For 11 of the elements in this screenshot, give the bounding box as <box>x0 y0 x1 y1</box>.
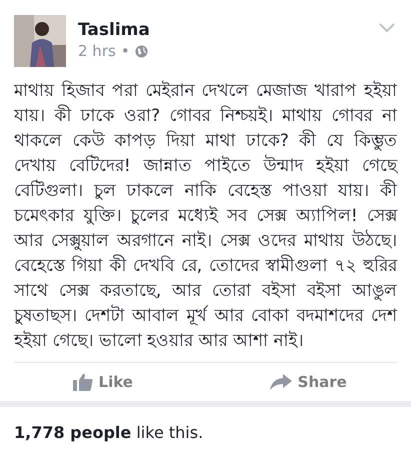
like-button[interactable]: Like <box>0 363 206 401</box>
separator-dot: • <box>120 41 130 61</box>
globe-icon <box>134 44 148 58</box>
post-time: 2 hrs <box>78 41 116 61</box>
share-arrow-icon <box>270 374 292 390</box>
post-text: মাথায় হিজাব পরা মেইরান দেখলে মেজাজ খারাপ হইয়া যায়। কী ঢাকে ওরা? গোবর নিশ্চয়ই। মাথায় গোবর না থাকলে কেউ কাপড় দিয়া মাথা ঢাকে? কী যে কিম্ভুত দেখায় বেটিদের! জান্নাত পাইতে উন্মাদ হইয়া গেছে বেটিগুলা। চুল ঢাকলে নাকি বেহেস্ত পাওয়া যায়। কী চমেৎকার যুক্তি। চুলের মধ্যেই সব সেক্স অ্যাপিল! সেক্স আর সেক্সুয়াল অরগানে নাই। সেক্স ওদের মাথায় উঠছে। বেহেস্তে গিয়া কী দেখবি রে, তোদের স্বামীগুলা ৭২ হুরির সাথে সেক্স করতাছে, আর তোরা বইসা বইসা আঙুল চুষতাছস। দেশটা আবাল মূর্খ আর বোকা বদমাশদের দেশ হইয়া গেছে। ভালো হওয়ার আর আশা নাই। <box>12 80 399 353</box>
likes-summary[interactable]: 1,778 people like this. <box>0 421 411 445</box>
author-name[interactable]: Taslima <box>78 19 150 41</box>
share-button[interactable]: Share <box>206 363 411 401</box>
thumbs-up-icon <box>72 373 93 391</box>
chevron-down-icon[interactable] <box>379 23 395 33</box>
